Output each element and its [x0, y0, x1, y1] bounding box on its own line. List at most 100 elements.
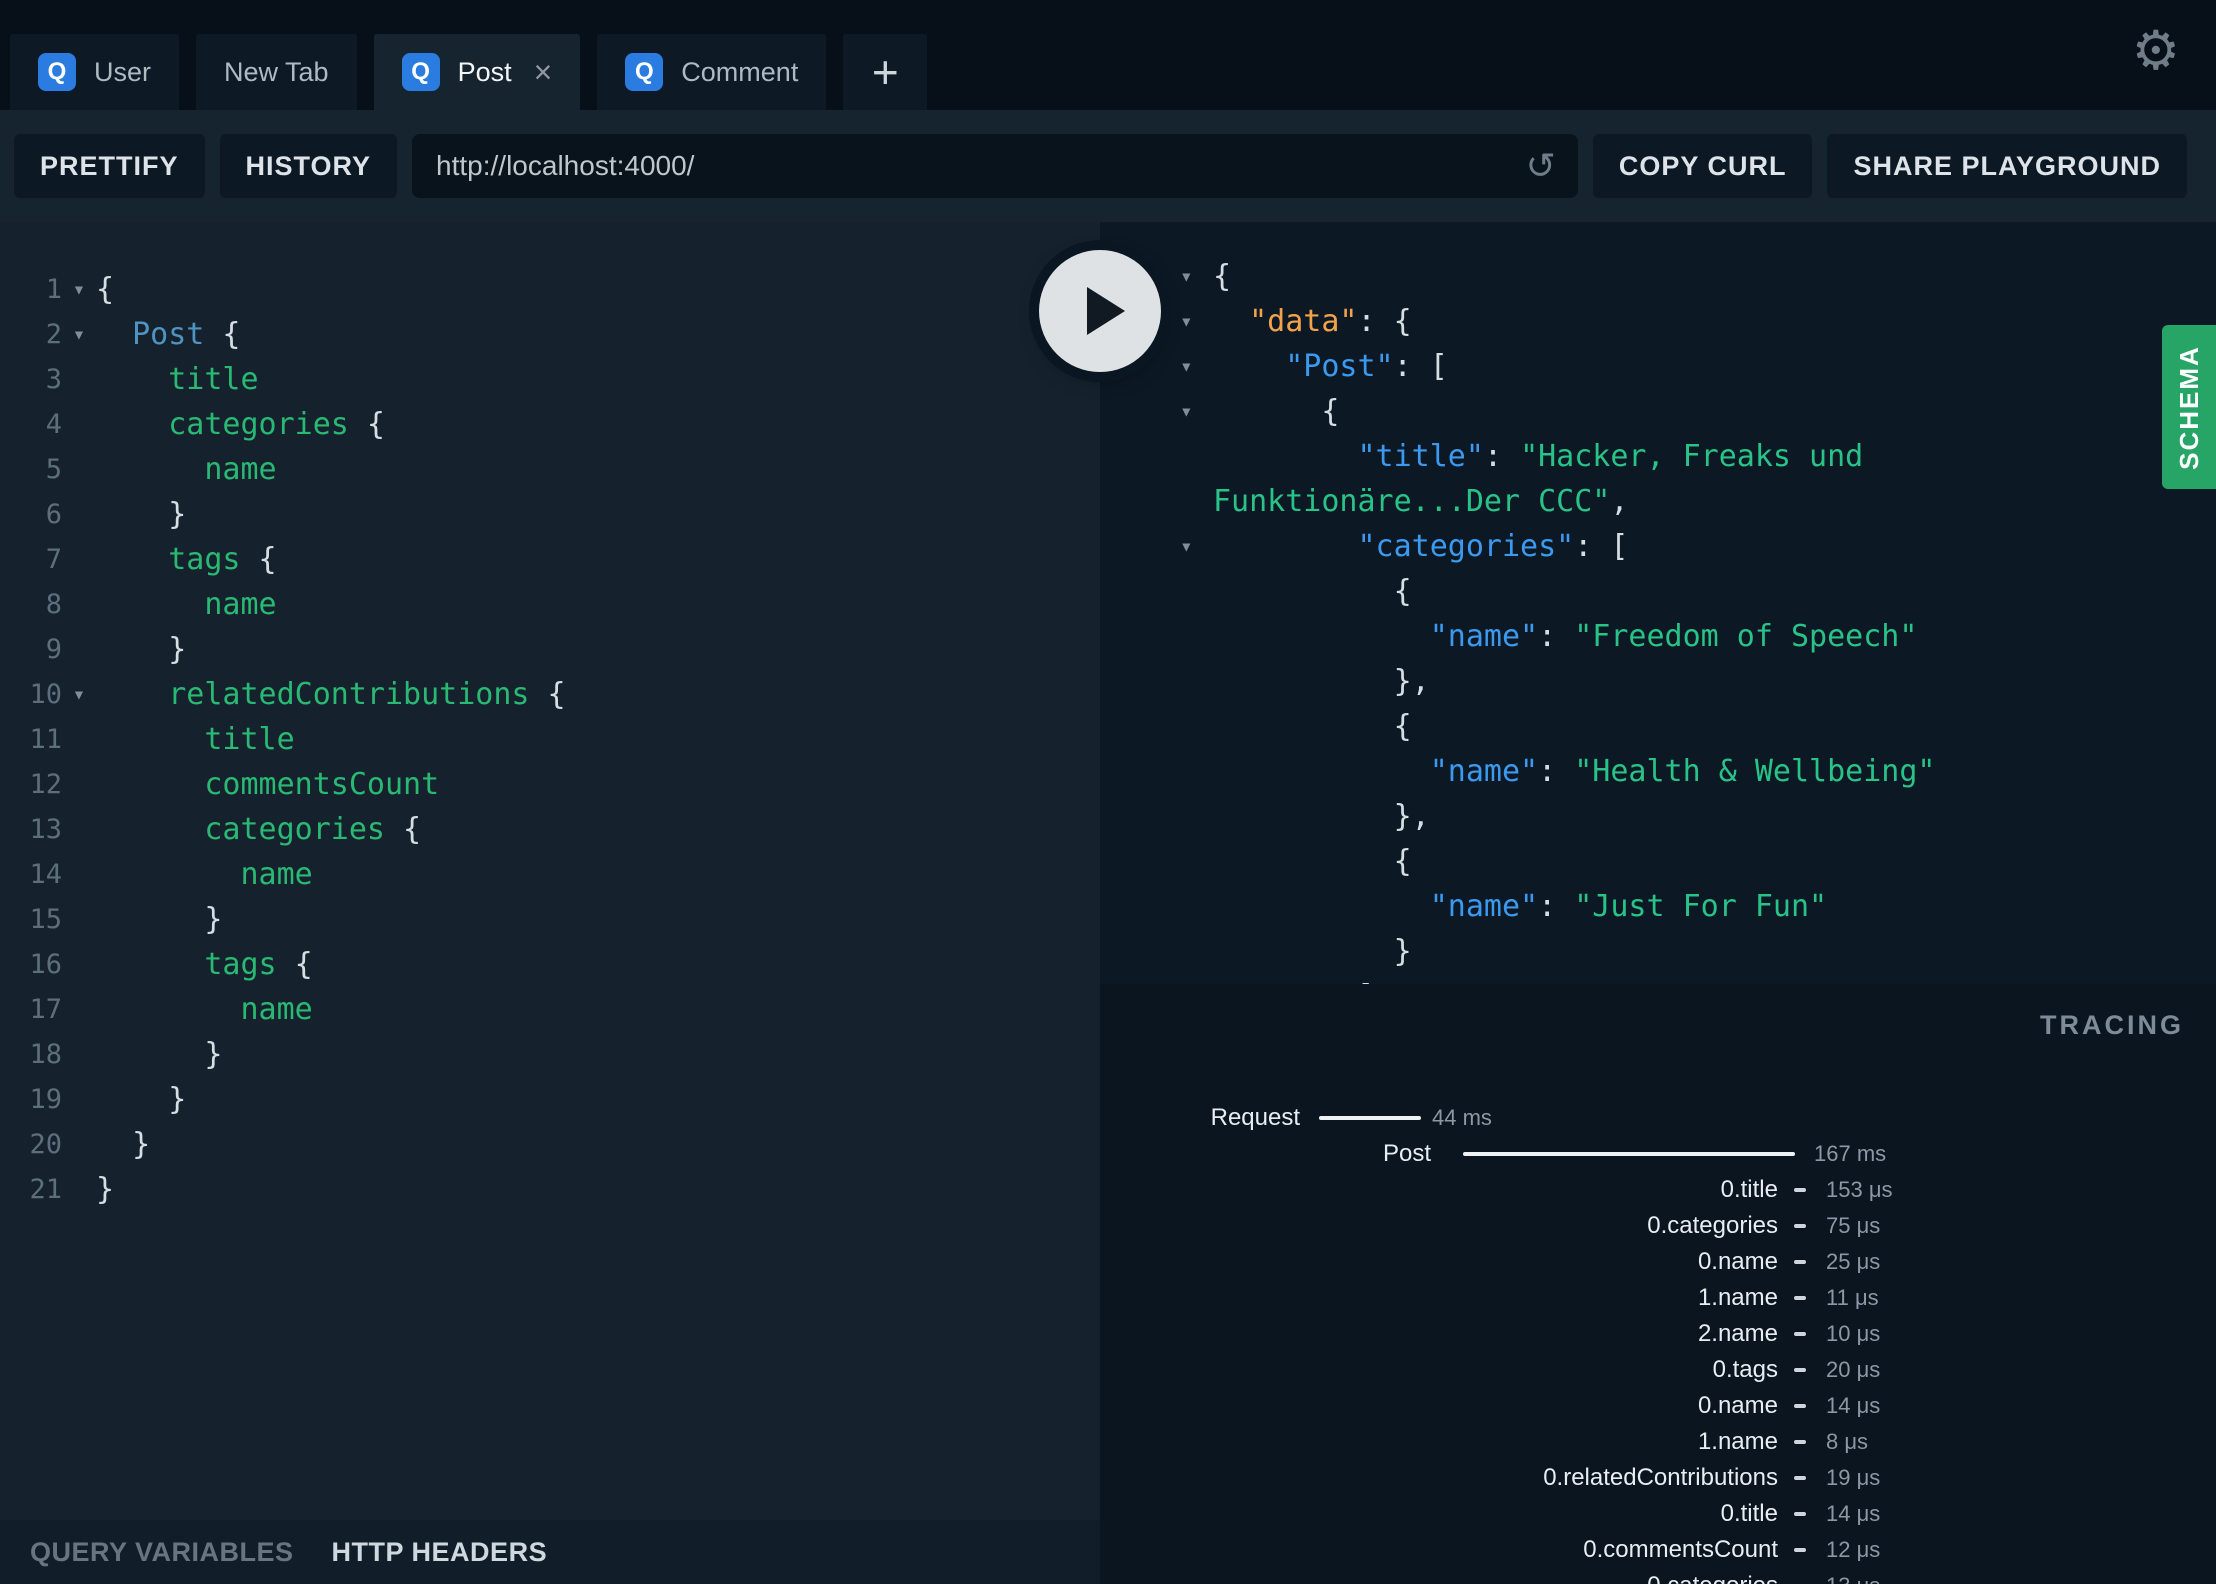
tracing-row: 0.relatedContributions 19 μs: [1100, 1460, 2216, 1496]
editor-line: 8 name: [0, 582, 1100, 627]
tab-label: New Tab: [224, 56, 329, 87]
schema-sidebar-tab[interactable]: SCHEMA: [2162, 325, 2216, 489]
tracing-label: 1.name: [1697, 1284, 1778, 1311]
tracing-label: 0.relatedContributions: [1543, 1464, 1778, 1491]
tracing-label: 0.title: [1720, 1500, 1778, 1527]
new-tab-button[interactable]: +: [843, 34, 928, 110]
fold-arrow-icon[interactable]: ▾: [62, 312, 96, 357]
tracing-rows: Request 44 ms Post 167 ms 0.title 153 μs 0…: [1100, 1100, 2216, 1584]
code-text: }: [96, 1032, 222, 1077]
code-token: :: [1538, 619, 1575, 654]
tracing-row: 1.name 11 μs: [1100, 1280, 2216, 1316]
history-button[interactable]: HISTORY: [219, 134, 398, 198]
fold-arrow-icon[interactable]: ▾: [1180, 254, 1213, 299]
response-line: ▾ "categories": [: [1100, 524, 2216, 569]
code-text: }: [96, 897, 222, 942]
line-number: 14: [29, 859, 62, 890]
fold-arrow-icon[interactable]: ▾: [1180, 389, 1213, 434]
tab-new-tab[interactable]: New Tab: [196, 34, 357, 110]
code-text: }: [96, 492, 186, 537]
tab-post[interactable]: Q Post ×: [373, 34, 581, 110]
code-text: "name": "Health & Wellbeing": [1213, 749, 1936, 794]
code-token: },: [1213, 799, 1430, 834]
code-text: "name": "Just For Fun": [1213, 884, 1827, 929]
tracing-duration: 153 μs: [1826, 1177, 1893, 1202]
tracing-dash: [1794, 1404, 1806, 1408]
tracing-duration: 14 μs: [1826, 1393, 1881, 1418]
tracing-dash: [1794, 1512, 1806, 1516]
tracing-duration: 20 μs: [1826, 1357, 1881, 1382]
code-token: {: [1213, 394, 1340, 429]
tracing-dash: [1794, 1260, 1806, 1264]
code-text: "data": {: [1213, 299, 1412, 344]
response-line: },: [1100, 794, 2216, 839]
tracing-dash: [1794, 1296, 1806, 1300]
query-icon: Q: [401, 53, 440, 91]
tracing-dash: [1794, 1332, 1806, 1336]
query-variables-tab[interactable]: QUERY VARIABLES: [30, 1537, 294, 1568]
code-token: {: [276, 947, 313, 982]
editor-line: 6 }: [0, 492, 1100, 537]
tracing-label: 0.title: [1720, 1176, 1778, 1203]
code-token: : {: [1357, 304, 1412, 339]
response-viewer[interactable]: ▾{▾ "data": {▾ "Post": [▾ { "title": "Ha…: [1100, 222, 2216, 984]
code-text: relatedContributions {: [96, 672, 565, 717]
play-icon: [1087, 287, 1125, 335]
query-editor[interactable]: 1 ▾{2 ▾ Post {3 title 4 categories {5 name 6…: [0, 222, 1100, 1520]
code-text: name: [96, 852, 313, 897]
code-token: },: [1213, 664, 1430, 699]
fold-arrow-icon[interactable]: ▾: [62, 267, 96, 312]
settings-gear-icon[interactable]: ⚙: [2132, 24, 2180, 78]
reload-icon[interactable]: ↺: [1526, 146, 1556, 187]
copy-curl-button[interactable]: COPY CURL: [1592, 134, 1813, 198]
code-text: "Post": [: [1213, 344, 1448, 389]
tracing-title: TRACING: [2040, 1010, 2184, 1040]
code-text: }: [96, 1077, 186, 1122]
share-playground-button[interactable]: SHARE PLAYGROUND: [1827, 134, 2187, 198]
code-text: }: [96, 1122, 150, 1167]
code-text: Funktionäre...Der CCC",: [1213, 479, 1628, 524]
fold-arrow-icon[interactable]: ▾: [1180, 344, 1213, 389]
code-token: "name": [1429, 619, 1539, 654]
tab-user[interactable]: Q User: [10, 34, 180, 110]
tab-comment[interactable]: Q Comment: [597, 34, 827, 110]
tab-bar: Q User New Tab Q Post × Q Comment + ⚙: [0, 0, 2216, 110]
tracing-request-row: Request 44 ms: [1100, 1100, 2216, 1136]
code-text: categories {: [96, 807, 421, 852]
execute-query-button[interactable]: [1039, 250, 1161, 372]
tracing-dash: [1794, 1548, 1806, 1552]
editor-line: 12 commentsCount: [0, 762, 1100, 807]
tracing-duration: 10 μs: [1826, 1321, 1881, 1346]
code-token: "categories": [1357, 529, 1575, 564]
editor-line: 14 name: [0, 852, 1100, 897]
line-number: 10: [29, 679, 62, 710]
prettify-button[interactable]: PRETTIFY: [14, 134, 205, 198]
editor-line: 16 tags {: [0, 942, 1100, 987]
line-number: 11: [29, 724, 62, 755]
close-icon[interactable]: ×: [534, 56, 553, 88]
code-token: {: [1213, 844, 1412, 879]
code-token: {: [348, 407, 385, 442]
response-line: "name": "Health & Wellbeing": [1100, 749, 2216, 794]
fold-arrow-icon[interactable]: ▾: [62, 672, 96, 717]
endpoint-url-input[interactable]: [412, 134, 1578, 198]
fold-arrow-icon[interactable]: ▾: [1180, 299, 1213, 344]
http-headers-tab[interactable]: HTTP HEADERS: [332, 1537, 548, 1568]
fold-arrow-icon[interactable]: ▾: [1180, 524, 1213, 569]
response-line: },: [1100, 659, 2216, 704]
code-text: {: [1213, 569, 1412, 614]
